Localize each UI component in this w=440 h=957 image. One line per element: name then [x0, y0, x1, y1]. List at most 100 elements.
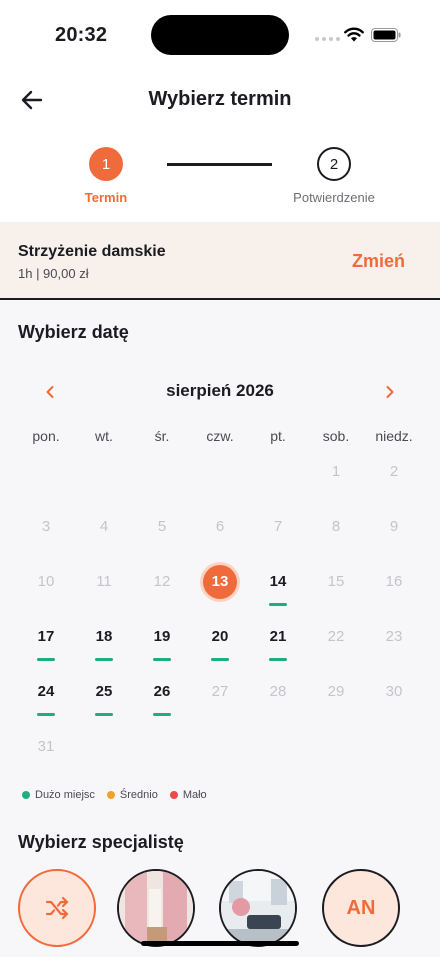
day-cell[interactable]: 20	[191, 609, 249, 664]
day-number: 7	[273, 518, 283, 535]
day-number: 13	[211, 573, 229, 590]
legend-item: Mało	[169, 789, 207, 801]
legend-label: Dużo miejsc	[35, 789, 95, 801]
legend-label: Średnio	[119, 789, 158, 801]
day-cell-selected[interactable]: 13	[191, 554, 249, 609]
signal-icon	[315, 37, 340, 41]
day-cell[interactable]: 24	[17, 664, 75, 719]
day-number: 20	[211, 628, 229, 645]
shuffle-icon	[45, 896, 69, 920]
day-number: 26	[153, 683, 171, 700]
day-empty	[191, 444, 249, 499]
day-number: 9	[389, 518, 399, 535]
legend-item: Średnio	[106, 789, 158, 801]
day-cell: 4	[75, 499, 133, 554]
status-bar: 20:32	[0, 0, 440, 70]
day-cell: 16	[365, 554, 423, 609]
availability-indicator	[269, 658, 287, 661]
day-number: 28	[269, 683, 287, 700]
day-cell: 27	[191, 664, 249, 719]
specialist-initials-avatar[interactable]: AN	[322, 869, 400, 947]
day-cell[interactable]: 19	[133, 609, 191, 664]
day-number: 22	[327, 628, 345, 645]
day-cell: 28	[249, 664, 307, 719]
month-label: sierpień 2026	[166, 381, 274, 400]
day-number: 30	[385, 683, 403, 700]
day-cell: 10	[17, 554, 75, 609]
weekday-label: wt.	[95, 428, 113, 444]
battery-icon	[371, 28, 401, 42]
day-cell[interactable]: 17	[17, 609, 75, 664]
legend-dot	[169, 791, 178, 799]
month-navigation: sierpień 2026	[0, 380, 440, 404]
day-number: 6	[215, 518, 225, 535]
wifi-icon	[344, 27, 364, 42]
day-number: 18	[95, 628, 113, 645]
day-number: 31	[37, 738, 55, 755]
day-cell[interactable]: 14	[249, 554, 307, 609]
page-title: Wybierz termin	[148, 88, 292, 110]
day-empty	[249, 444, 307, 499]
day-cell: 3	[17, 499, 75, 554]
salon-photo-image	[119, 871, 193, 945]
availability-indicator	[153, 713, 171, 716]
legend-dot	[106, 791, 115, 799]
legend-label: Mało	[182, 789, 207, 801]
availability-indicator	[37, 658, 55, 661]
availability-indicator	[95, 658, 113, 661]
legend-dot	[22, 791, 30, 799]
weekday-label: pt.	[270, 428, 286, 444]
day-number: 16	[385, 573, 403, 590]
day-cell[interactable]: 18	[75, 609, 133, 664]
day-number: 8	[331, 518, 341, 535]
service-summary: Strzyżenie damskie 1h | 90,00 zł Zmień	[0, 222, 440, 300]
availability-indicator	[269, 603, 287, 606]
specialist-avatar[interactable]	[117, 869, 195, 947]
day-cell[interactable]: 21	[249, 609, 307, 664]
step-number: 2	[317, 147, 351, 181]
day-number: 11	[96, 573, 112, 590]
random-specialist-button[interactable]	[18, 869, 96, 947]
weekday-label: śr.	[154, 428, 170, 444]
calendar-days: 1 2 3 4 5 6 7 8 9 10 11 12 13 14 15 16 17 18 19 20 21 22 23 24 2…	[17, 444, 423, 774]
day-number: 15	[327, 573, 345, 590]
availability-indicator	[95, 713, 113, 716]
day-cell[interactable]: 26	[133, 664, 191, 719]
day-cell: 8	[307, 499, 365, 554]
day-number: 14	[269, 573, 287, 590]
legend-item: Dużo miejsc	[22, 789, 95, 801]
weekday-label: pon.	[32, 428, 60, 444]
day-cell: 6	[191, 499, 249, 554]
chevron-right-icon[interactable]	[380, 382, 400, 402]
day-cell: 12	[133, 554, 191, 609]
day-cell: 7	[249, 499, 307, 554]
step-number: 1	[89, 147, 123, 181]
change-service-button[interactable]: Zmień	[352, 251, 405, 272]
day-cell: 31	[17, 719, 75, 774]
day-number: 24	[37, 683, 55, 700]
availability-indicator	[211, 658, 229, 661]
day-empty	[17, 444, 75, 499]
step-connector	[167, 163, 272, 166]
day-number: 12	[153, 573, 171, 590]
step-termin: 1 Termin	[46, 147, 166, 205]
availability-indicator	[153, 658, 171, 661]
day-number: 10	[37, 573, 55, 590]
specialist-avatar[interactable]	[219, 869, 297, 947]
status-time: 20:32	[55, 24, 108, 46]
day-number: 21	[269, 628, 287, 645]
day-cell[interactable]: 25	[75, 664, 133, 719]
day-cell: 23	[365, 609, 423, 664]
service-name: Strzyżenie damskie	[18, 243, 166, 260]
weekday-label: sob.	[322, 428, 350, 444]
home-indicator	[141, 941, 299, 946]
day-empty	[75, 444, 133, 499]
day-number: 25	[95, 683, 113, 700]
day-cell: 29	[307, 664, 365, 719]
day-number: 4	[99, 518, 109, 535]
step-label: Potwierdzenie	[293, 190, 375, 205]
step-label: Termin	[84, 190, 128, 205]
dynamic-island	[151, 15, 289, 55]
day-number: 27	[211, 683, 229, 700]
day-number: 3	[41, 518, 51, 535]
